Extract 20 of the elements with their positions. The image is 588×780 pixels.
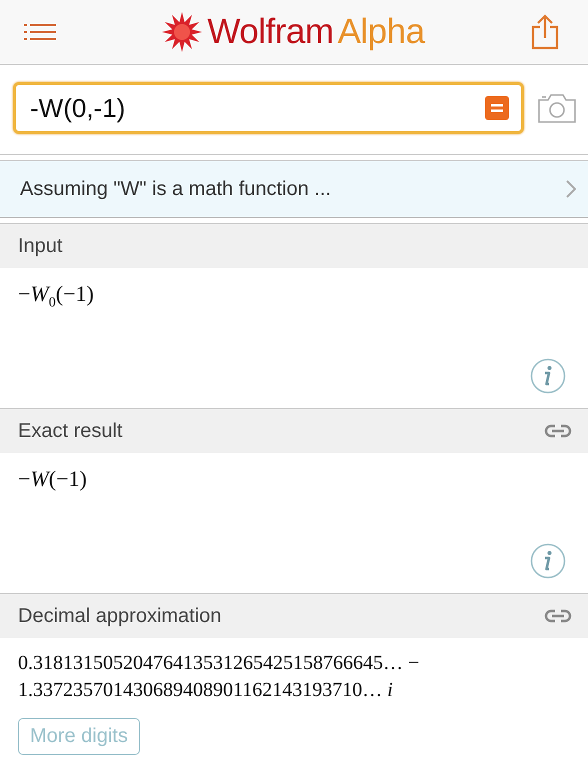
camera-icon[interactable] <box>538 93 576 123</box>
info-icon[interactable] <box>530 543 566 579</box>
math-result: −W(−1) <box>18 465 87 493</box>
pod-title: Input <box>18 234 62 258</box>
math-result: 0.31813150520476413531265425158766645… − <box>18 651 420 676</box>
share-icon[interactable] <box>530 14 560 50</box>
star-logo-icon <box>161 12 204 52</box>
math-result: 1.337235701430689408901162143193710… i <box>18 678 393 703</box>
info-icon[interactable] <box>530 358 566 394</box>
logo-text: Wolfram <box>207 12 334 52</box>
pod-title: Decimal approximation <box>18 604 222 628</box>
link-icon[interactable] <box>544 423 572 439</box>
logo-text: Alpha <box>338 12 425 52</box>
pod-title: Exact result <box>18 420 122 442</box>
search-field[interactable]: -W(0,-1) <box>13 82 524 134</box>
equals-icon[interactable] <box>485 96 509 120</box>
chevron-right-icon[interactable] <box>566 180 576 198</box>
math-result: −W$_{0}$(−1) <box>18 280 94 312</box>
link-icon[interactable] <box>544 608 572 624</box>
menu-icon[interactable] <box>24 23 56 41</box>
